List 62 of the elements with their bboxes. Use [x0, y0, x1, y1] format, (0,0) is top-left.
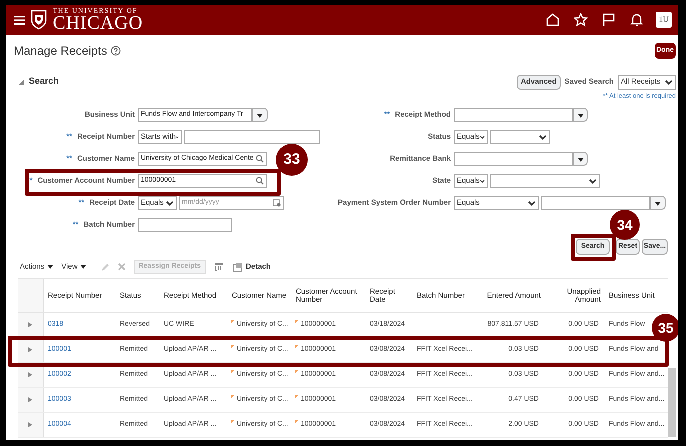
caret-icon — [576, 156, 584, 162]
highlight-frame — [571, 234, 616, 261]
input-field[interactable] — [541, 196, 650, 210]
dropdown-button[interactable] — [573, 108, 588, 122]
chevron-icon — [589, 178, 597, 184]
caret-icon — [256, 112, 264, 118]
flag-marker-icon — [231, 320, 235, 324]
scrollbar[interactable] — [668, 368, 676, 437]
chevron-icon — [480, 178, 485, 184]
help-icon[interactable] — [111, 46, 122, 56]
calendar-icon[interactable] — [273, 199, 281, 207]
input-field[interactable] — [138, 218, 232, 232]
step-badge: 33 — [276, 144, 308, 176]
page-title: Manage Receipts — [14, 43, 108, 60]
bell-icon[interactable] — [630, 13, 644, 27]
expand-icon[interactable] — [28, 397, 33, 403]
dropdown-button[interactable] — [650, 196, 666, 210]
close-icon[interactable] — [118, 263, 126, 271]
step-badge: 35 — [652, 314, 678, 342]
expand-icon[interactable] — [28, 322, 33, 328]
section-title: Search — [29, 75, 60, 88]
operator-select[interactable] — [490, 130, 550, 144]
caret-icon — [576, 112, 584, 118]
caret-icon — [80, 264, 87, 270]
dropdown-button[interactable] — [573, 152, 588, 166]
operator-select[interactable] — [490, 174, 600, 188]
flag-marker-icon — [295, 345, 299, 349]
collapse-icon[interactable] — [18, 78, 25, 86]
flag-icon[interactable] — [602, 13, 616, 27]
input-field[interactable] — [454, 152, 573, 166]
chevron-icon — [539, 134, 547, 140]
flag-marker-icon — [231, 420, 235, 424]
flag-marker-icon — [231, 395, 235, 399]
chevron-icon — [665, 78, 673, 86]
dropdown-button[interactable] — [252, 108, 268, 122]
input-field[interactable] — [184, 130, 320, 144]
flag-marker-icon — [295, 320, 299, 324]
chevron-icon — [480, 134, 485, 140]
home-icon[interactable] — [546, 13, 560, 27]
search-icon[interactable] — [256, 177, 264, 185]
logo-wordmark: CHICAGO — [53, 15, 144, 33]
detach-icon — [232, 262, 243, 272]
caret-icon — [46, 264, 54, 270]
freeze-columns-icon[interactable] — [214, 262, 223, 272]
user-avatar[interactable]: 1U — [656, 12, 672, 28]
step-badge: 34 — [610, 210, 640, 240]
caret-icon — [654, 200, 662, 206]
shield-icon — [31, 10, 47, 30]
expand-icon[interactable] — [28, 422, 33, 428]
flag-marker-icon — [295, 420, 299, 424]
flag-marker-icon — [295, 370, 299, 374]
flag-marker-icon — [295, 395, 299, 399]
search-icon[interactable] — [256, 155, 264, 163]
chevron-icon — [166, 200, 174, 206]
expand-icon[interactable] — [28, 347, 33, 353]
input-field[interactable] — [454, 108, 573, 122]
chevron-icon — [528, 200, 536, 206]
flag-marker-icon — [231, 345, 235, 349]
expand-icon[interactable] — [28, 372, 33, 378]
flag-marker-icon — [231, 370, 235, 374]
menu-icon[interactable] — [14, 16, 25, 24]
star-icon[interactable] — [574, 13, 588, 27]
